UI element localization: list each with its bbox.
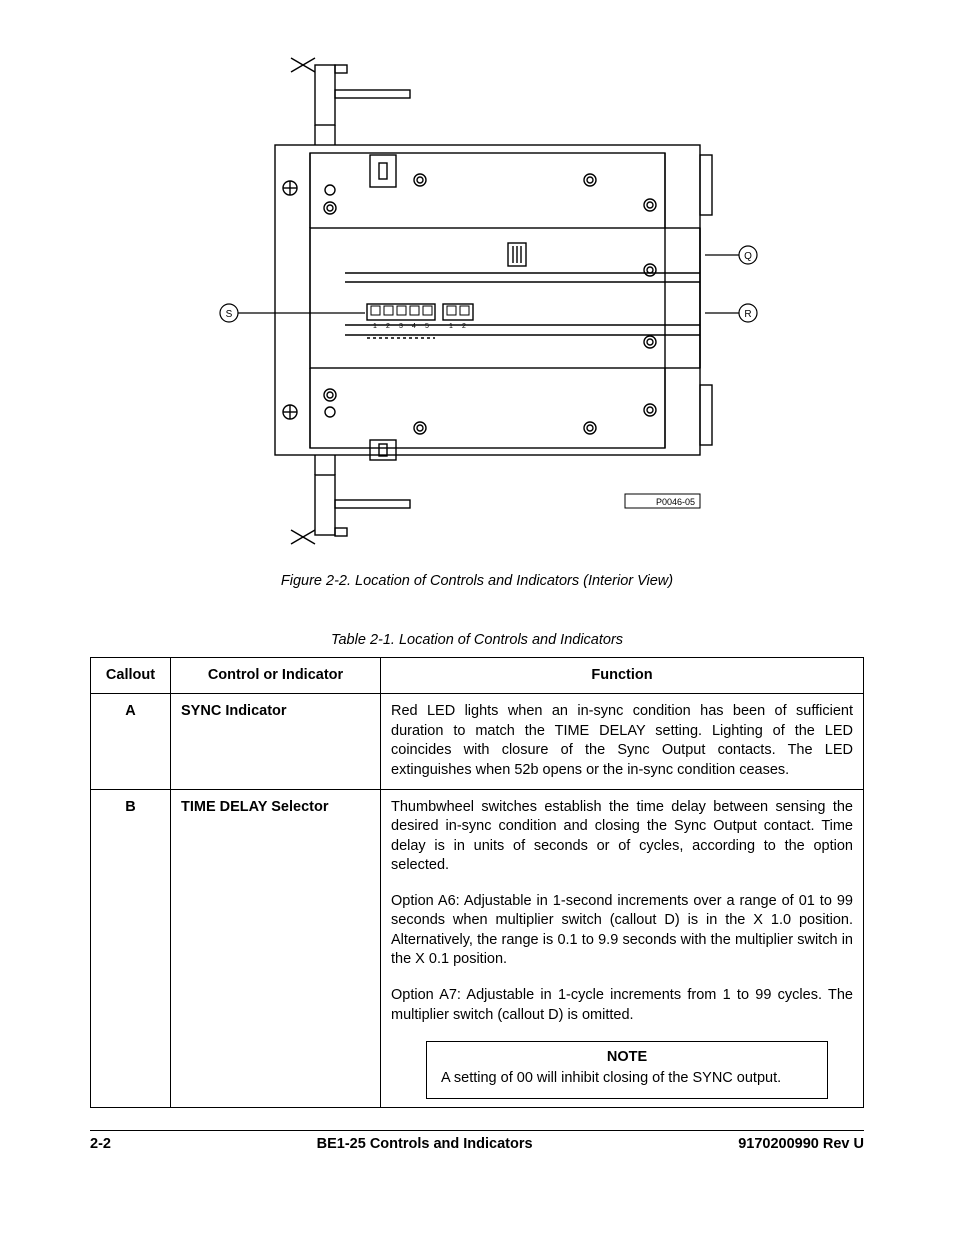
figure-drawing-id: P0046-05 [655,497,694,507]
cell-callout: B [91,789,171,1108]
figure-caption: Figure 2-2. Location of Controls and Ind… [90,572,864,592]
cell-callout: A [91,694,171,789]
dip-a-1: 1 [373,323,377,330]
function-para: Thumbwheel switches establish the time d… [391,798,853,876]
dip-a-4: 4 [412,323,416,330]
function-para: Red LED lights when an in-sync condition… [391,702,853,780]
cell-control: SYNC Indicator [171,694,381,789]
controls-table: Callout Control or Indicator Function A … [90,657,864,1109]
note-text: A setting of 00 will inhibit closing of … [441,1069,813,1089]
dip-a-3: 3 [399,323,403,330]
function-para: Option A7: Adjustable in 1-cycle increme… [391,986,853,1025]
cell-function: Thumbwheel switches establish the time d… [381,789,864,1108]
footer-right: 9170200990 Rev U [738,1135,864,1155]
footer-center: BE1-25 Controls and Indicators [317,1135,533,1155]
callout-bubble-s: S [225,309,232,320]
callout-bubble-r: R [744,309,751,320]
callout-bubble-q: Q [744,251,752,262]
note-box: NOTE A setting of 00 will inhibit closin… [426,1041,828,1099]
dip-b-2: 2 [462,323,466,330]
dip-b-1: 1 [449,323,453,330]
table-caption: Table 2-1. Location of Controls and Indi… [90,631,864,651]
dip-a-5: 5 [425,323,429,330]
cell-control: TIME DELAY Selector [171,789,381,1108]
figure-container: 1 2 3 4 5 1 2 S Q R P0046-05 Figure 2-2. [90,50,864,591]
note-title: NOTE [441,1048,813,1068]
function-para: Option A6: Adjustable in 1-second increm… [391,892,853,970]
dip-a-2: 2 [386,323,390,330]
th-function: Function [381,657,864,694]
footer-left: 2-2 [90,1135,111,1155]
page-footer: 2-2 BE1-25 Controls and Indicators 91702… [90,1130,864,1155]
th-callout: Callout [91,657,171,694]
table-row: B TIME DELAY Selector Thumbwheel switche… [91,789,864,1108]
table-row: A SYNC Indicator Red LED lights when an … [91,694,864,789]
figure-interior-view: 1 2 3 4 5 1 2 S Q R P0046-05 [195,50,760,555]
cell-function: Red LED lights when an in-sync condition… [381,694,864,789]
th-control: Control or Indicator [171,657,381,694]
